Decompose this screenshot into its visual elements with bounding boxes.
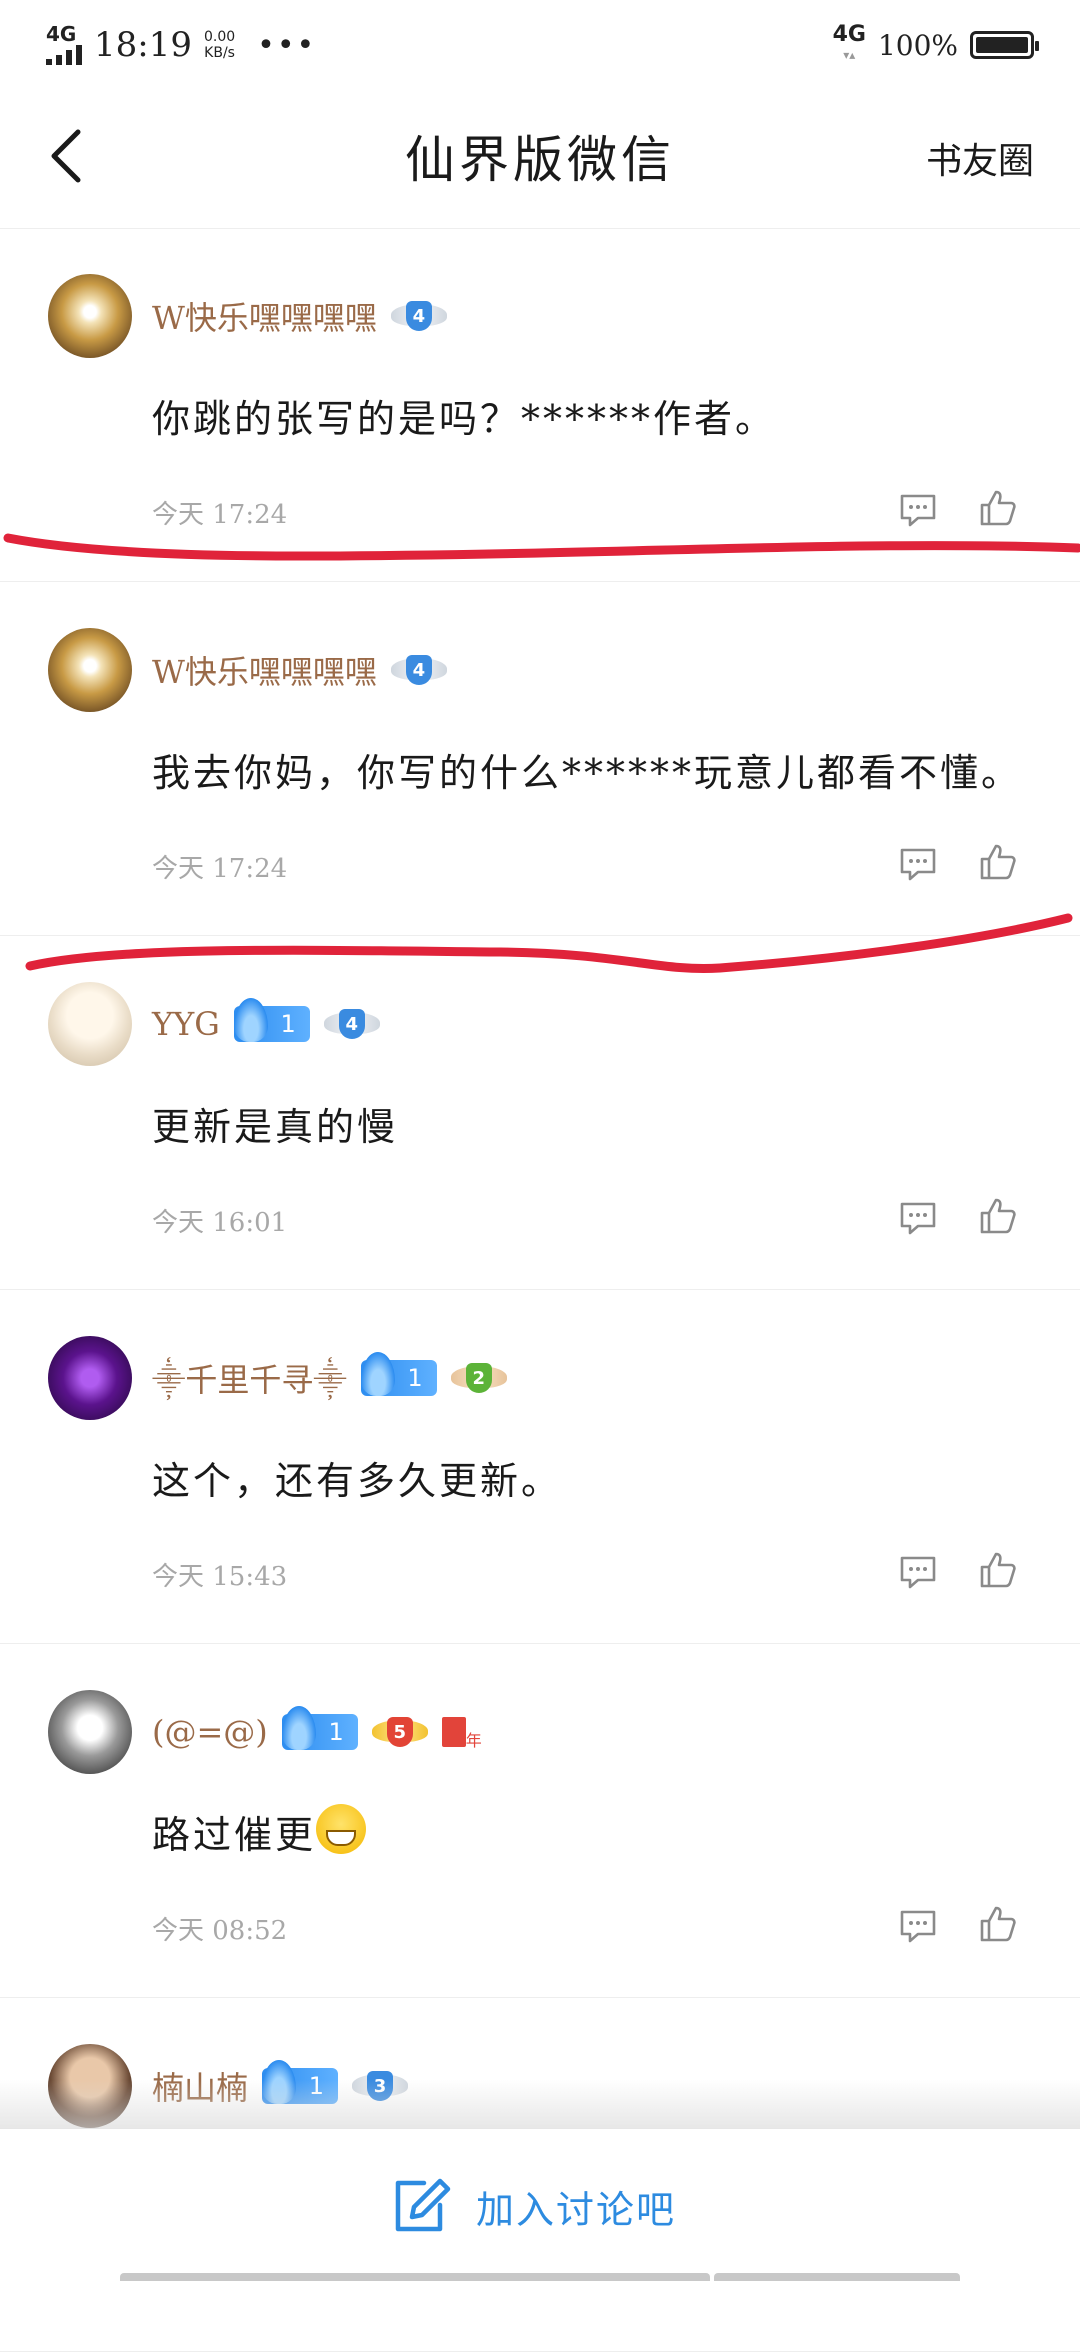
level-badge: 4 xyxy=(323,1004,380,1044)
level-badge: 4 xyxy=(390,296,447,336)
level-number: 4 xyxy=(405,655,432,685)
username[interactable]: W快乐嘿嘿嘿嘿 xyxy=(152,293,377,339)
username[interactable]: ⸎千里千寻⸎ xyxy=(152,1355,347,1401)
status-right: 4G ▾▴ 100% xyxy=(832,22,1039,65)
mobile-data-icon: 4G ▾▴ xyxy=(832,22,866,63)
username[interactable]: W快乐嘿嘿嘿嘿 xyxy=(152,647,377,693)
comment-time: 今天 16:01 xyxy=(152,1208,288,1238)
comment-item: W快乐嘿嘿嘿嘿 4 你跳的张写的是吗？******作者。 今天 17:24 xyxy=(0,228,1080,582)
user-row: YYG 1 4 xyxy=(152,996,380,1052)
comment-item: ⸎千里千寻⸎ 1 2 这个，还有多久更新。 今天 15:43 xyxy=(0,1290,1080,1644)
edit-icon xyxy=(395,2178,451,2232)
speed-unit: KB/s xyxy=(204,45,235,61)
level-badge: 4 xyxy=(390,650,447,690)
fan-badge: 1 xyxy=(233,998,310,1042)
like-icon[interactable] xyxy=(978,488,1018,528)
bottom-bar: 加入讨论吧 xyxy=(0,2128,1080,2281)
fan-level: 1 xyxy=(328,1718,344,1746)
fan-level: 1 xyxy=(280,1010,296,1038)
like-icon[interactable] xyxy=(978,1196,1018,1236)
clock: 18:19 xyxy=(94,25,192,65)
avatar[interactable] xyxy=(48,1690,132,1774)
comment-time: 今天 15:43 xyxy=(152,1562,288,1592)
like-icon[interactable] xyxy=(978,1904,1018,1944)
reply-icon[interactable] xyxy=(898,1906,938,1946)
username[interactable]: (@=@) xyxy=(152,1713,268,1751)
reply-icon[interactable] xyxy=(898,490,938,530)
reply-icon[interactable] xyxy=(898,1552,938,1592)
year-badge-label: 年 xyxy=(465,1731,482,1750)
comment-item: (@=@) 1 5 年 路过催更 今天 08:52 xyxy=(0,1644,1080,1998)
reply-icon[interactable] xyxy=(898,1198,938,1238)
user-row: (@=@) 1 5 年 xyxy=(152,1704,482,1760)
comment-text: 这个，还有多久更新。 xyxy=(152,1459,563,1503)
level-number: 5 xyxy=(386,1717,413,1747)
page-title: 仙界版微信 xyxy=(405,131,675,189)
more-notifications-icon: ••• xyxy=(257,27,317,63)
comment-item: YYG 1 4 更新是真的慢 今天 16:01 xyxy=(0,936,1080,1290)
join-discussion-label: 加入讨论吧 xyxy=(476,2187,677,2232)
fan-badge: 1 xyxy=(360,1352,437,1396)
like-icon[interactable] xyxy=(978,842,1018,882)
book-icon xyxy=(441,1717,466,1747)
battery-icon xyxy=(970,31,1039,59)
status-left: 4G 18:19 0.00 KB/s ••• xyxy=(46,22,317,65)
level-number: 2 xyxy=(465,1363,492,1393)
comment-text: 你跳的张写的是吗？******作者。 xyxy=(152,397,777,441)
annual-reader-badge: 年 xyxy=(441,1715,482,1750)
battery-percent: 100% xyxy=(877,28,958,62)
speed-value: 0.00 xyxy=(203,29,236,45)
comment-text: 路过催更 xyxy=(152,1804,367,1859)
network-type: 4G xyxy=(46,22,77,46)
comment-time: 今天 17:24 xyxy=(152,500,288,530)
level-badge: 2 xyxy=(450,1358,507,1398)
level-number: 4 xyxy=(338,1009,365,1039)
avatar[interactable] xyxy=(48,1336,132,1420)
avatar[interactable] xyxy=(48,982,132,1066)
grin-emoji-icon xyxy=(316,1804,367,1854)
app-header: 仙界版微信 书友圈 xyxy=(0,90,1080,229)
status-bar: 4G 18:19 0.00 KB/s ••• 4G ▾▴ 100% xyxy=(0,0,1080,90)
user-row: ⸎千里千寻⸎ 1 2 xyxy=(152,1350,507,1406)
username[interactable]: YYG xyxy=(152,1005,220,1043)
comment-text: 我去你妈，你写的什么******玩意儿都看不懂。 xyxy=(152,751,1023,795)
user-row: W快乐嘿嘿嘿嘿 4 xyxy=(152,642,447,698)
network-speed: 0.00 KB/s xyxy=(204,29,235,61)
avatar[interactable] xyxy=(48,274,132,358)
comment-text-content: 路过催更 xyxy=(152,1813,317,1857)
network-type-right: 4G xyxy=(832,22,866,47)
reply-icon[interactable] xyxy=(898,844,938,884)
comment-text: 更新是真的慢 xyxy=(152,1105,399,1149)
bottom-fade xyxy=(0,2080,1080,2130)
join-discussion-button[interactable]: 加入讨论吧 xyxy=(390,2175,676,2237)
comment-time: 今天 17:24 xyxy=(152,854,288,884)
user-row: W快乐嘿嘿嘿嘿 4 xyxy=(152,288,447,344)
fan-badge: 1 xyxy=(281,1706,358,1750)
fan-level: 1 xyxy=(407,1364,423,1392)
like-icon[interactable] xyxy=(978,1550,1018,1590)
avatar[interactable] xyxy=(48,628,132,712)
book-circle-link[interactable]: 书友圈 xyxy=(926,132,1034,184)
signal-icon: 4G xyxy=(46,22,82,65)
level-number: 4 xyxy=(405,301,432,331)
comment-list: W快乐嘿嘿嘿嘿 4 你跳的张写的是吗？******作者。 今天 17:24 W快… xyxy=(0,228,1080,2352)
comment-time: 今天 08:52 xyxy=(152,1916,288,1946)
comment-item: W快乐嘿嘿嘿嘿 4 我去你妈，你写的什么******玩意儿都看不懂。 今天 17… xyxy=(0,582,1080,936)
level-badge: 5 xyxy=(371,1712,428,1752)
